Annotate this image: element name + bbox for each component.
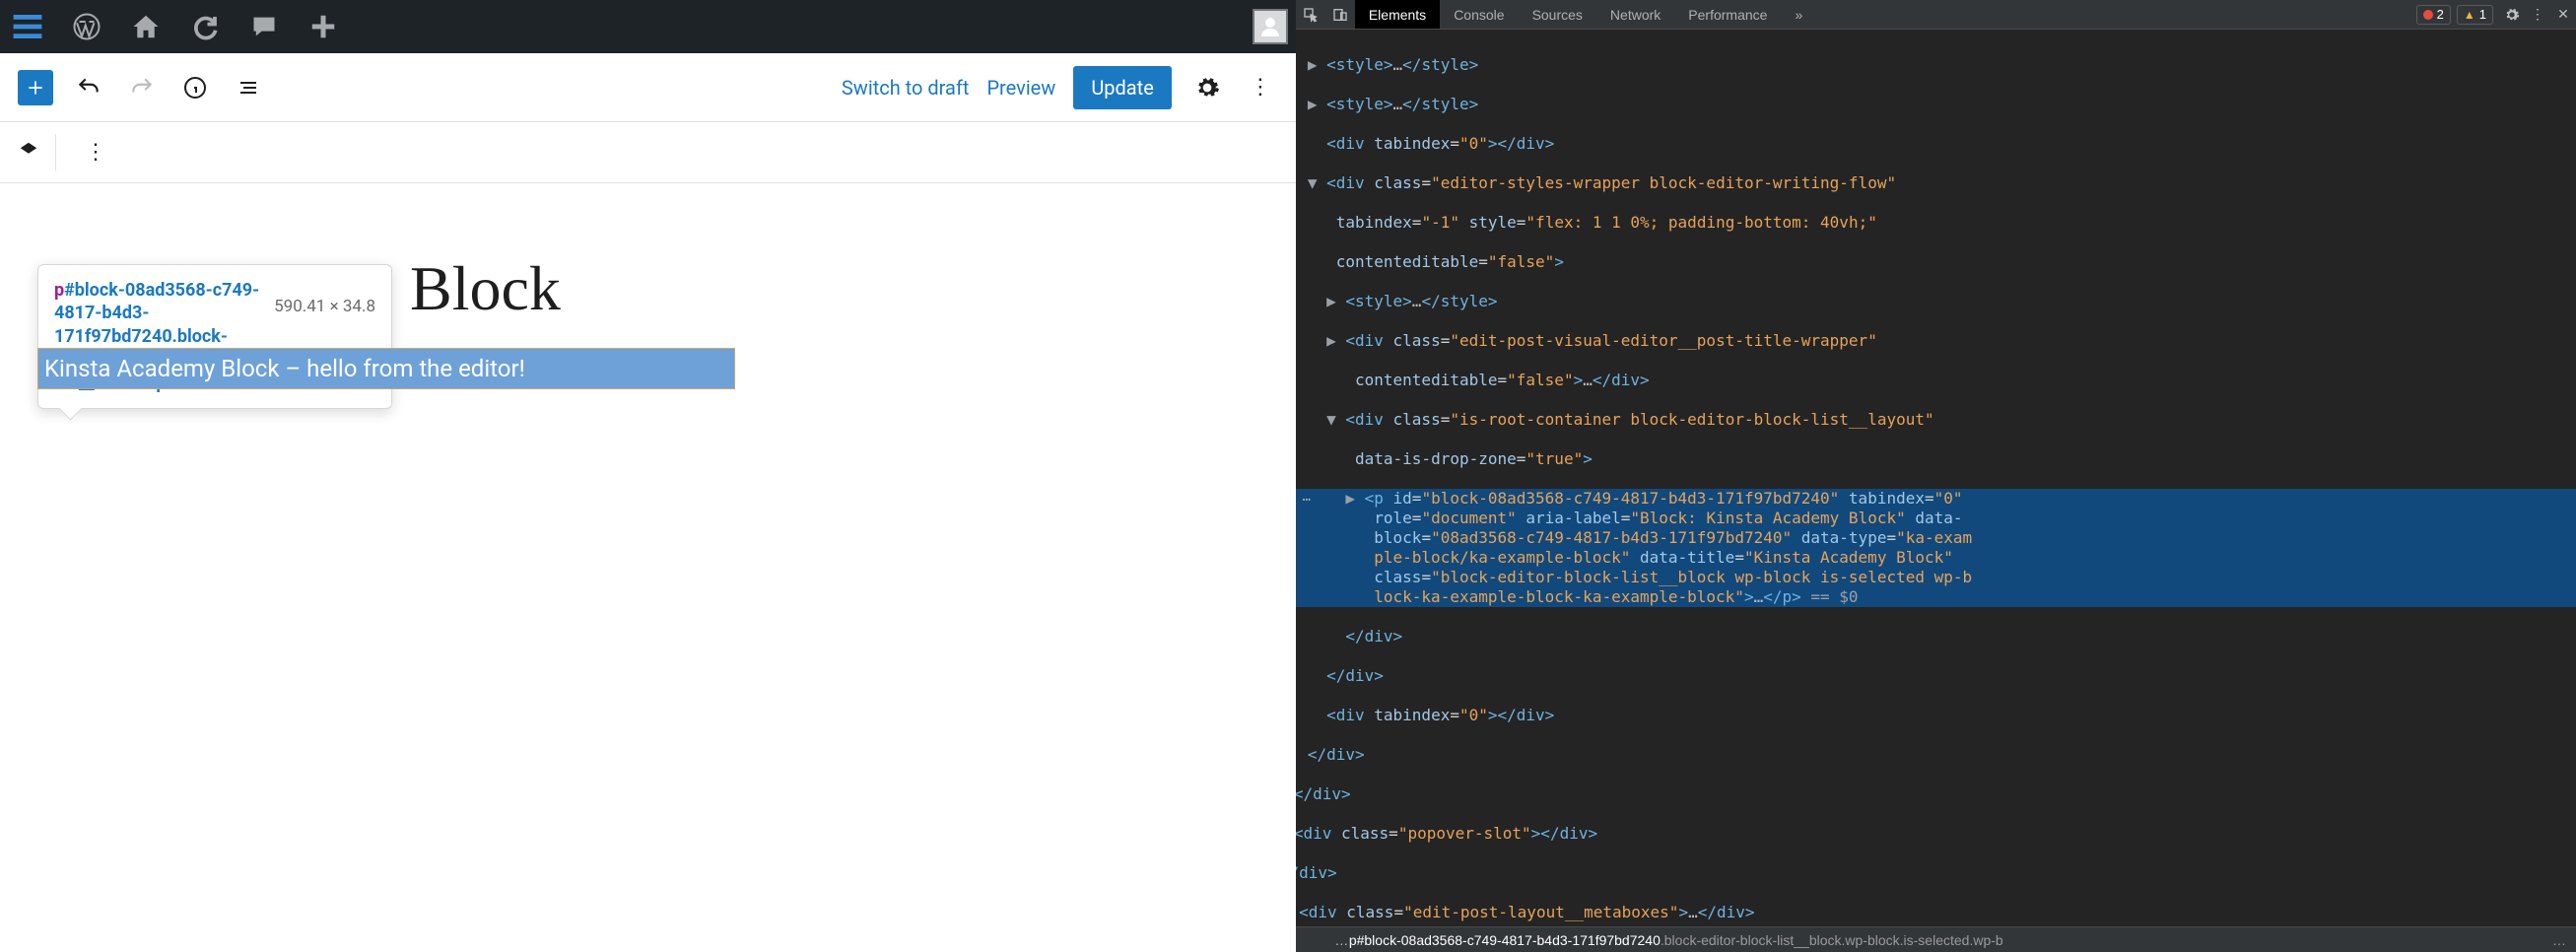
undo-button[interactable] [71, 70, 106, 105]
redo-button[interactable] [124, 70, 160, 105]
post-title[interactable]: Block [410, 252, 561, 325]
wordpress-editor: Switch to draft Preview Update ⋮ ⋮ Block… [0, 0, 1296, 952]
dom-line[interactable]: ▶ <style>…</style> [1296, 55, 2576, 75]
inspect-element-icon[interactable] [1296, 7, 1325, 23]
menu-icon[interactable] [8, 7, 47, 46]
devtools-panel: Elements Console Sources Network Perform… [1296, 0, 2576, 952]
wordpress-logo-icon[interactable] [67, 7, 106, 46]
dom-line[interactable]: contenteditable="false"> [1296, 252, 2576, 272]
tab-sources[interactable]: Sources [1519, 0, 1596, 29]
dom-line[interactable]: <div tabindex="0"></div> [1296, 706, 2576, 725]
dom-line[interactable]: </div> [1296, 863, 2576, 883]
dom-line[interactable]: ▼ <div class="is-root-container block-ed… [1296, 410, 2576, 430]
error-badge[interactable]: 2 [2416, 5, 2451, 25]
tab-performance[interactable]: Performance [1674, 0, 1781, 29]
breadcrumb-selected[interactable]: p#block-08ad3568-c749-4817-b4d3-171f97bd… [1349, 932, 1661, 948]
dom-line[interactable]: </div> [1296, 784, 2576, 804]
warning-badge[interactable]: ▲1 [2457, 5, 2493, 25]
dom-line[interactable]: </div> [1296, 627, 2576, 646]
dom-line[interactable]: </div> [1296, 666, 2576, 686]
devtools-toolbar: Elements Console Sources Network Perform… [1296, 0, 2576, 30]
settings-icon[interactable] [1189, 70, 1225, 105]
tab-overflow[interactable]: » [1781, 0, 1816, 29]
preview-link[interactable]: Preview [986, 76, 1055, 100]
block-icon[interactable] [18, 140, 39, 166]
block-toolbar: ⋮ [0, 122, 1296, 183]
dom-breadcrumb[interactable]: … p#block-08ad3568-c749-4817-b4d3-171f97… [1296, 926, 2576, 952]
device-toggle-icon[interactable] [1325, 7, 1355, 23]
new-icon[interactable] [304, 7, 343, 46]
dom-line[interactable]: tabindex="-1" style="flex: 1 1 0%; paddi… [1296, 213, 2576, 233]
dom-line[interactable]: </div> [1296, 745, 2576, 765]
devtools-close-icon[interactable]: ✕ [2550, 6, 2576, 23]
tab-network[interactable]: Network [1596, 0, 1674, 29]
info-button[interactable] [177, 70, 213, 105]
editor-toolbar: Switch to draft Preview Update ⋮ [0, 53, 1296, 122]
devtools-settings-icon[interactable] [2499, 7, 2525, 23]
dom-line[interactable]: contenteditable="false">…</div> [1296, 371, 2576, 390]
home-icon[interactable] [126, 7, 166, 46]
dom-line[interactable]: ▶ <div class="edit-post-visual-editor__p… [1296, 331, 2576, 351]
wp-adminbar [0, 0, 1296, 53]
tab-elements[interactable]: Elements [1355, 0, 1440, 29]
dom-line[interactable]: <div class="popover-slot"></div> [1296, 824, 2576, 844]
tooltip-dimensions: 590.41 × 34.8 [274, 279, 375, 316]
editor-canvas[interactable]: Block p#block-08ad3568-c749-4817-b4d3-17… [0, 183, 1296, 952]
more-menu-icon[interactable]: ⋮ [1243, 70, 1278, 105]
dom-line[interactable]: ▶ <style>…</style> [1296, 292, 2576, 311]
dom-tree[interactable]: ▶ <style>…</style> ▶ <style>…</style> <d… [1296, 30, 2576, 926]
outline-button[interactable] [231, 70, 266, 105]
add-block-button[interactable] [18, 70, 53, 105]
refresh-icon[interactable] [185, 7, 225, 46]
dom-line[interactable]: data-is-drop-zone="true"> [1296, 449, 2576, 469]
devtools-tabs: Elements Console Sources Network Perform… [1355, 0, 1816, 29]
devtools-more-icon[interactable]: ⋮ [2525, 6, 2550, 23]
highlighted-block[interactable]: Kinsta Academy Block – hello from the ed… [37, 348, 735, 389]
dom-line[interactable]: ▼ <div class="editor-styles-wrapper bloc… [1296, 173, 2576, 193]
dom-line[interactable]: <div tabindex="0"></div> [1296, 134, 2576, 154]
comment-icon[interactable] [244, 7, 284, 46]
dom-selected-node[interactable]: … ▶ <p id="block-08ad3568-c749-4817-b4d3… [1296, 489, 2576, 607]
switch-to-draft-link[interactable]: Switch to draft [842, 76, 970, 100]
dom-line[interactable]: ▶ <div class="edit-post-layout__metaboxe… [1296, 903, 2576, 922]
update-button[interactable]: Update [1073, 66, 1172, 109]
avatar[interactable] [1253, 9, 1288, 44]
tab-console[interactable]: Console [1440, 0, 1518, 29]
dom-line[interactable]: ▶ <style>…</style> [1296, 95, 2576, 114]
